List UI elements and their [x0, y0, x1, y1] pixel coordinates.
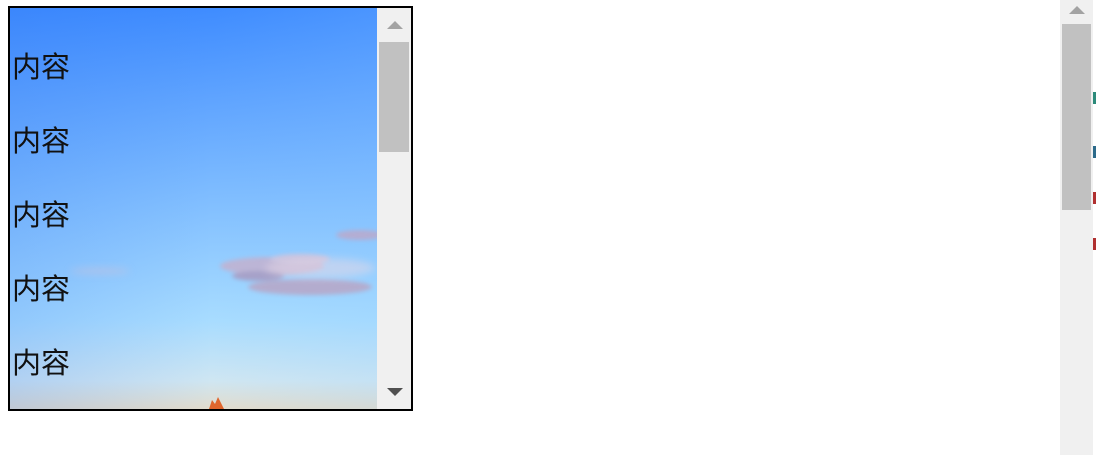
page-vertical-scrollbar[interactable] — [1060, 0, 1093, 455]
content-list: 内容 内容 内容 内容 内容 内容 — [12, 8, 71, 409]
scroll-container[interactable]: 内容 内容 内容 内容 内容 内容 — [8, 6, 413, 411]
content-item: 内容 — [12, 124, 71, 158]
inner-vertical-scrollbar[interactable] — [377, 8, 411, 409]
scroll-down-arrow-icon[interactable] — [377, 377, 411, 409]
content-item: 内容 — [12, 198, 71, 232]
content-item: 内容 — [12, 400, 70, 409]
scroll-up-arrow-icon[interactable] — [377, 8, 411, 40]
page-scroll-up-arrow-icon[interactable] — [1060, 0, 1093, 22]
content-item: 内容 — [12, 50, 71, 84]
page-scrollbar-thumb[interactable] — [1062, 24, 1091, 210]
content-item: 内容 — [12, 346, 71, 380]
content-item: 内容 — [12, 272, 71, 306]
inner-scrollbar-thumb[interactable] — [379, 42, 409, 152]
